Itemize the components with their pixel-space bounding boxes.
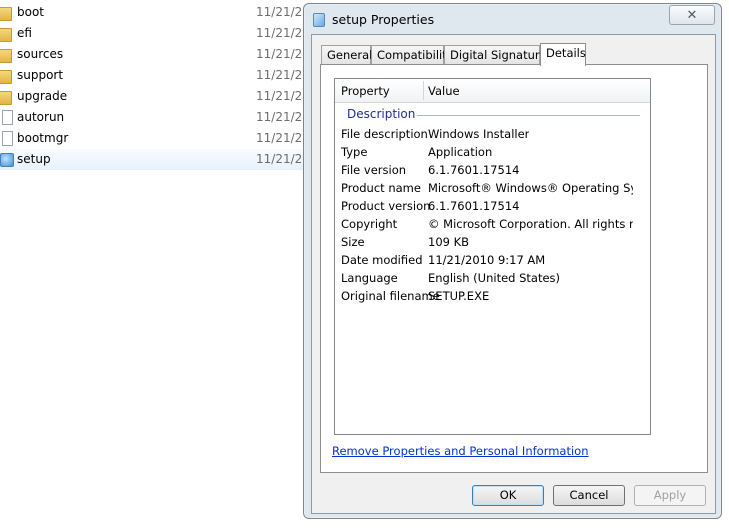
property-value: Windows Installer [428, 127, 530, 141]
property-name: Product name [341, 181, 421, 195]
group-divider [417, 115, 640, 116]
folder-icon [0, 47, 12, 63]
property-row[interactable]: Product version 6.1.7601.17514 [335, 198, 652, 216]
file-row-support[interactable]: support 11/21/20 [0, 65, 310, 86]
property-value: 109 KB [428, 235, 470, 249]
file-row-boot[interactable]: boot 11/21/20 [0, 2, 310, 23]
remove-properties-link[interactable]: Remove Properties and Personal Informati… [332, 444, 589, 458]
file-date: 11/21/20 [256, 131, 310, 145]
property-value: 6.1.7601.17514 [428, 199, 520, 213]
file-icon [0, 131, 13, 146]
file-date: 11/21/20 [256, 26, 310, 40]
file-date: 11/21/20 [256, 68, 310, 82]
file-name: bootmgr [17, 131, 69, 145]
list-header: Property Value [335, 79, 650, 103]
file-name: autorun [17, 110, 65, 124]
setup-app-icon [0, 152, 14, 167]
column-header-value[interactable]: Value [428, 84, 460, 98]
file-date: 11/21/20 [256, 47, 310, 61]
property-name: File version [341, 163, 407, 177]
property-name: Date modified [341, 253, 423, 267]
property-name: Type [341, 145, 368, 159]
property-value: Microsoft® Windows® Operating Syst… [428, 181, 633, 195]
tab-digital-signatures[interactable]: Digital Signatures [444, 45, 552, 64]
property-value: © Microsoft Corporation. All rights res… [428, 217, 633, 231]
property-name: Size [341, 235, 365, 249]
file-row-sources[interactable]: sources 11/21/20 [0, 44, 310, 65]
property-row[interactable]: Copyright © Microsoft Corporation. All r… [335, 216, 652, 234]
file-date: 11/21/20 [256, 89, 310, 103]
file-row-bootmgr[interactable]: bootmgr 11/21/20 [0, 128, 310, 149]
ok-button[interactable]: OK [472, 485, 544, 506]
property-row[interactable]: Date modified 11/21/2010 9:17 AM [335, 252, 652, 270]
property-name: Original filename [341, 289, 440, 303]
property-name: Language [341, 271, 398, 285]
file-row-setup[interactable]: setup 11/21/20 [0, 149, 310, 170]
file-row-upgrade[interactable]: upgrade 11/21/20 [0, 86, 310, 107]
file-name: upgrade [17, 89, 68, 103]
tab-compatibility[interactable]: Compatibility [371, 45, 454, 64]
property-name: Copyright [341, 217, 398, 231]
property-row[interactable]: Language English (United States) [335, 270, 652, 288]
setup-app-icon [312, 12, 325, 27]
tab-general[interactable]: General [321, 45, 372, 64]
explorer-file-list: boot 11/21/20 efi 11/21/20 sources 11/21… [0, 0, 310, 175]
tab-details[interactable]: Details [540, 43, 586, 66]
dialog-title: setup Properties [332, 12, 435, 27]
properties-dialog: setup Properties ✕ General Compatibility… [303, 3, 722, 519]
file-date: 11/21/20 [256, 110, 310, 124]
dialog-client-area: General Compatibility Digital Signatures… [311, 34, 716, 514]
column-header-property[interactable]: Property [341, 84, 390, 98]
property-value: SETUP.EXE [428, 289, 490, 303]
property-name: File description [341, 127, 428, 141]
property-value: English (United States) [428, 271, 561, 285]
file-row-efi[interactable]: efi 11/21/20 [0, 23, 310, 44]
property-row[interactable]: File version 6.1.7601.17514 [335, 162, 652, 180]
group-label-description: Description [347, 107, 416, 121]
folder-icon [0, 5, 12, 21]
property-row[interactable]: Original filename SETUP.EXE [335, 288, 652, 306]
cancel-button[interactable]: Cancel [553, 485, 625, 506]
property-row[interactable]: Type Application [335, 144, 652, 162]
file-date: 11/21/20 [256, 152, 310, 166]
property-row[interactable]: Size 109 KB [335, 234, 652, 252]
details-panel: Property Value Description File descript… [320, 64, 708, 473]
file-name: boot [17, 5, 45, 19]
file-name: support [17, 68, 64, 82]
settings-file-icon [0, 110, 13, 125]
property-name: Product version [341, 199, 431, 213]
folder-icon [0, 89, 12, 105]
apply-button[interactable]: Apply [634, 485, 706, 506]
property-value: Application [428, 145, 493, 159]
folder-icon [0, 68, 12, 84]
file-name: sources [17, 47, 64, 61]
file-name: efi [17, 26, 32, 40]
file-date: 11/21/20 [256, 5, 310, 19]
close-icon: ✕ [686, 7, 698, 23]
dialog-titlebar[interactable]: setup Properties ✕ [304, 4, 721, 34]
file-name: setup [17, 152, 51, 166]
property-value: 6.1.7601.17514 [428, 163, 520, 177]
property-row[interactable]: Product name Microsoft® Windows® Operati… [335, 180, 652, 198]
property-value: 11/21/2010 9:17 AM [428, 253, 546, 267]
folder-icon [0, 26, 12, 42]
property-row[interactable]: File description Windows Installer [335, 126, 652, 144]
column-divider[interactable] [423, 81, 424, 100]
property-list[interactable]: Property Value Description File descript… [334, 78, 651, 435]
close-button[interactable]: ✕ [669, 5, 715, 25]
file-row-autorun[interactable]: autorun 11/21/20 [0, 107, 310, 128]
